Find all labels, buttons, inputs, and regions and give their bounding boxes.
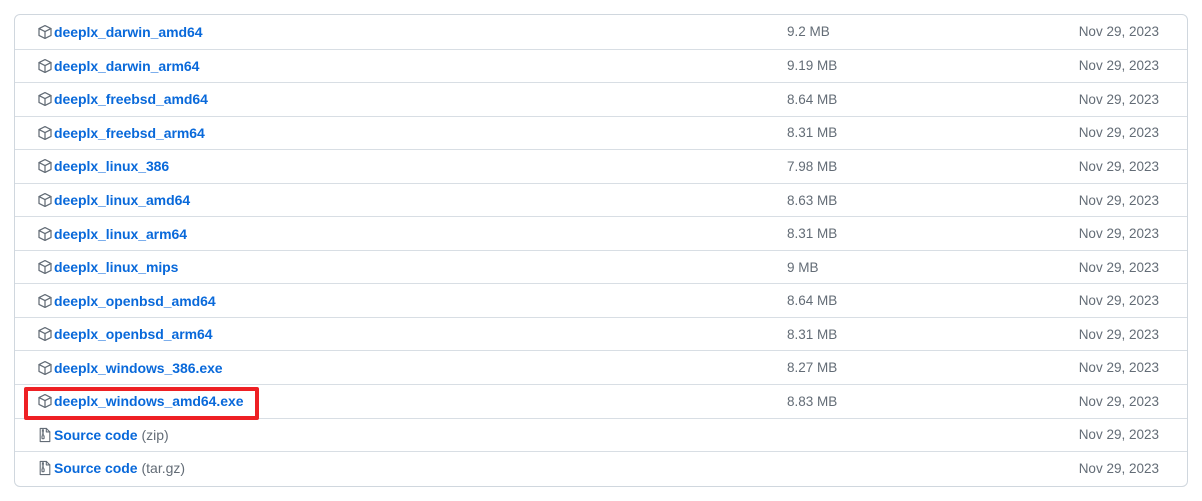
asset-size-cell: 9 MB <box>787 259 819 275</box>
package-icon <box>37 58 53 74</box>
asset-size-cell: 8.27 MB <box>787 360 838 376</box>
asset-download-link[interactable]: Source code <box>54 460 138 476</box>
asset-date-cell: Nov 29, 2023 <box>1078 91 1159 107</box>
asset-name-cell: deeplx_darwin_arm64 <box>17 58 787 74</box>
asset-name-cell: Source code (zip) <box>17 427 787 443</box>
asset-row: deeplx_linux_mips 9 MB Nov 29, 2023 <box>15 249 1187 284</box>
asset-download-link[interactable]: deeplx_windows_386.exe <box>54 360 223 376</box>
package-icon <box>37 326 53 342</box>
asset-download-link[interactable]: deeplx_darwin_amd64 <box>54 24 203 40</box>
asset-download-link[interactable]: deeplx_openbsd_amd64 <box>54 293 216 309</box>
package-icon <box>37 125 53 141</box>
asset-download-link[interactable]: deeplx_linux_arm64 <box>54 226 187 242</box>
asset-row: deeplx_darwin_arm64 9.19 MB Nov 29, 2023 <box>15 48 1187 83</box>
asset-row: Source code (tar.gz) Nov 29, 2023 <box>15 451 1187 485</box>
release-assets-panel: deeplx_darwin_amd64 9.2 MB Nov 29, 2023 dee… <box>14 14 1188 487</box>
asset-name-cell: deeplx_linux_386 <box>17 158 787 174</box>
asset-date-cell: Nov 29, 2023 <box>1078 393 1159 409</box>
package-icon <box>37 293 53 309</box>
asset-date-cell: Nov 29, 2023 <box>1078 158 1159 174</box>
asset-size-cell: 7.98 MB <box>787 158 838 174</box>
asset-download-link[interactable]: deeplx_linux_386 <box>54 158 169 174</box>
asset-name-cell: deeplx_linux_mips <box>17 259 787 275</box>
file-zip-icon <box>37 427 53 443</box>
package-icon <box>37 158 53 174</box>
asset-name-cell: deeplx_linux_amd64 <box>17 192 787 208</box>
asset-name-cell: deeplx_windows_386.exe <box>17 360 787 376</box>
asset-download-link[interactable]: Source code <box>54 427 138 443</box>
asset-format-suffix: (zip) <box>141 426 169 443</box>
asset-row: deeplx_freebsd_arm64 8.31 MB Nov 29, 2023 <box>15 115 1187 150</box>
asset-size-cell: 8.64 MB <box>787 91 838 107</box>
asset-download-link[interactable]: deeplx_darwin_arm64 <box>54 58 199 74</box>
asset-format-suffix: (tar.gz) <box>141 460 186 477</box>
asset-size-cell: 8.83 MB <box>787 393 838 409</box>
asset-row: deeplx_freebsd_amd64 8.64 MB Nov 29, 2023 <box>15 82 1187 116</box>
asset-size-cell: 8.63 MB <box>787 192 838 208</box>
asset-download-link[interactable]: deeplx_freebsd_amd64 <box>54 91 208 107</box>
asset-row: Source code (zip) Nov 29, 2023 <box>15 417 1187 452</box>
asset-size-cell: 8.31 MB <box>787 125 838 141</box>
asset-row: deeplx_linux_386 7.98 MB Nov 29, 2023 <box>15 149 1187 183</box>
asset-name-cell: deeplx_freebsd_arm64 <box>17 125 787 141</box>
asset-download-link[interactable]: deeplx_freebsd_arm64 <box>54 125 205 141</box>
asset-download-link[interactable]: deeplx_linux_amd64 <box>54 192 190 208</box>
asset-name-cell: deeplx_darwin_amd64 <box>17 24 787 40</box>
asset-date-cell: Nov 29, 2023 <box>1078 460 1159 476</box>
asset-date-cell: Nov 29, 2023 <box>1078 326 1159 342</box>
asset-size-cell: 8.64 MB <box>787 293 838 309</box>
file-zip-icon <box>37 460 53 476</box>
package-icon <box>37 393 53 409</box>
asset-row: deeplx_windows_amd64.exe 8.83 MB Nov 29, 2… <box>15 384 1187 418</box>
asset-date-cell: Nov 29, 2023 <box>1078 293 1159 309</box>
asset-name-cell: Source code (tar.gz) <box>17 460 787 476</box>
asset-row: deeplx_windows_386.exe 8.27 MB Nov 29, 202… <box>15 350 1187 384</box>
package-icon <box>37 259 53 275</box>
asset-date-cell: Nov 29, 2023 <box>1078 24 1159 40</box>
package-icon <box>37 226 53 242</box>
asset-row: deeplx_linux_amd64 8.63 MB Nov 29, 2023 <box>15 182 1187 217</box>
asset-date-cell: Nov 29, 2023 <box>1078 427 1159 443</box>
asset-date-cell: Nov 29, 2023 <box>1078 192 1159 208</box>
asset-name-cell: deeplx_openbsd_arm64 <box>17 326 787 342</box>
asset-row: deeplx_linux_arm64 8.31 MB Nov 29, 2023 <box>15 216 1187 250</box>
package-icon <box>37 360 53 376</box>
asset-name-cell: deeplx_windows_amd64.exe <box>17 393 787 409</box>
asset-date-cell: Nov 29, 2023 <box>1078 360 1159 376</box>
asset-row: deeplx_openbsd_amd64 8.64 MB Nov 29, 2023 <box>15 283 1187 317</box>
asset-row: deeplx_openbsd_arm64 8.31 MB Nov 29, 2023 <box>15 316 1187 351</box>
asset-download-link[interactable]: deeplx_windows_amd64.exe <box>54 393 244 409</box>
asset-size-cell: 8.31 MB <box>787 326 838 342</box>
asset-row: deeplx_darwin_amd64 9.2 MB Nov 29, 2023 <box>15 15 1187 49</box>
asset-date-cell: Nov 29, 2023 <box>1078 259 1159 275</box>
asset-size-cell: 9.2 MB <box>787 24 830 40</box>
package-icon <box>37 192 53 208</box>
asset-download-link[interactable]: deeplx_linux_mips <box>54 259 178 275</box>
asset-size-cell: 9.19 MB <box>787 58 838 74</box>
asset-date-cell: Nov 29, 2023 <box>1078 226 1159 242</box>
asset-size-cell: 8.31 MB <box>787 226 838 242</box>
package-icon <box>37 24 53 40</box>
package-icon <box>37 91 53 107</box>
asset-name-cell: deeplx_freebsd_amd64 <box>17 91 787 107</box>
asset-date-cell: Nov 29, 2023 <box>1078 125 1159 141</box>
asset-name-cell: deeplx_linux_arm64 <box>17 226 787 242</box>
asset-name-cell: deeplx_openbsd_amd64 <box>17 293 787 309</box>
asset-date-cell: Nov 29, 2023 <box>1078 58 1159 74</box>
asset-download-link[interactable]: deeplx_openbsd_arm64 <box>54 326 213 342</box>
